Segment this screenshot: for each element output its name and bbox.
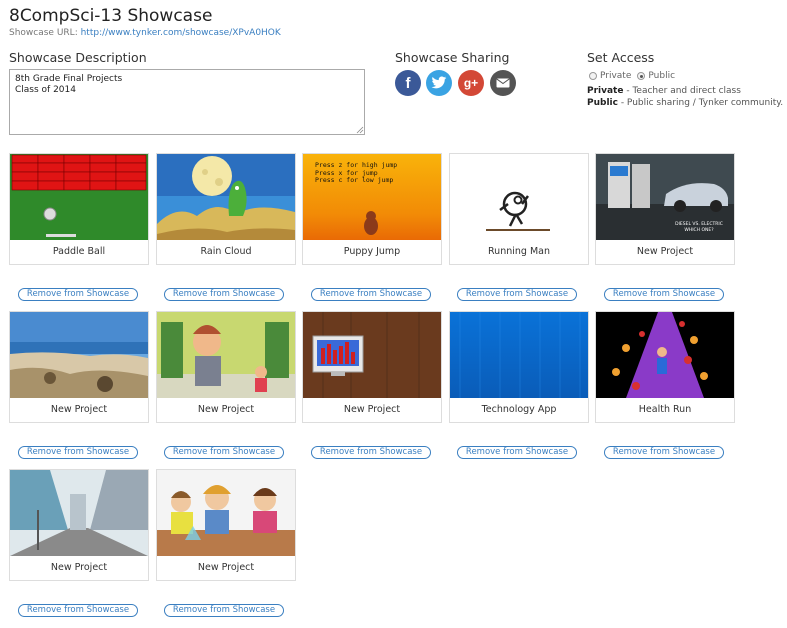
facebook-icon[interactable]: f <box>395 70 421 96</box>
remove-from-showcase-button[interactable]: Remove from Showcase <box>604 288 724 301</box>
project-title: Puppy Jump <box>343 246 401 257</box>
resize-grip-icon[interactable] <box>356 126 364 134</box>
public-access-description: Public - Public sharing / Tynker communi… <box>587 98 783 108</box>
project-thumbnail: DIESEL VS. ELECTRIC WHICH ONE? <box>596 154 734 240</box>
thumb-caption: DIESEL VS. ELECTRIC WHICH ONE? <box>666 222 732 234</box>
showcase-url-line: Showcase URL: http://www.tynker.com/show… <box>9 28 281 38</box>
private-desc: - Teacher and direct class <box>623 86 741 96</box>
project-thumbnail <box>157 470 295 556</box>
remove-from-showcase-button[interactable]: Remove from Showcase <box>18 604 138 617</box>
project-title: New Project <box>197 562 255 573</box>
project-thumbnail <box>157 154 295 240</box>
project-title: New Project <box>343 404 401 415</box>
showcase-url-label: Showcase URL: <box>9 28 81 38</box>
project-thumbnail <box>450 154 588 240</box>
project-thumbnail <box>450 312 588 398</box>
project-title: New Project <box>50 404 108 415</box>
email-icon[interactable] <box>490 70 516 96</box>
project-thumbnail <box>10 470 148 556</box>
public-radio-label[interactable]: Public <box>648 71 675 81</box>
project-title: Rain Cloud <box>200 246 252 257</box>
project-card[interactable]: Press z for high jump Press x for jump P… <box>302 153 442 265</box>
project-thumbnail <box>10 312 148 398</box>
project-card[interactable]: DIESEL VS. ELECTRIC WHICH ONE? New Proje… <box>595 153 735 265</box>
page-title: 8CompSci-13 Showcase <box>9 6 213 26</box>
showcase-url-link[interactable]: http://www.tynker.com/showcase/XPvA0HOK <box>81 28 281 38</box>
project-card[interactable]: Rain Cloud <box>156 153 296 265</box>
google-plus-icon[interactable]: g+ <box>458 70 484 96</box>
remove-from-showcase-button[interactable]: Remove from Showcase <box>18 446 138 459</box>
project-thumbnail <box>10 154 148 240</box>
project-title: Paddle Ball <box>52 246 106 257</box>
project-title: New Project <box>636 246 694 257</box>
project-thumbnail <box>596 312 734 398</box>
showcase-description-input[interactable]: 8th Grade Final Projects Class of 2014 <box>9 69 365 135</box>
public-desc: - Public sharing / Tynker community. <box>617 98 784 108</box>
remove-from-showcase-button[interactable]: Remove from Showcase <box>164 288 284 301</box>
project-card[interactable]: New Project <box>9 469 149 581</box>
project-thumbnail: Press z for high jump Press x for jump P… <box>303 154 441 240</box>
project-card[interactable]: New Project <box>156 311 296 423</box>
private-access-description: Private - Teacher and direct class <box>587 86 741 96</box>
showcase-description-label: Showcase Description <box>9 50 147 65</box>
project-card[interactable]: Health Run <box>595 311 735 423</box>
public-term: Public <box>587 98 618 108</box>
remove-from-showcase-button[interactable]: Remove from Showcase <box>604 446 724 459</box>
showcase-sharing-label: Showcase Sharing <box>395 50 510 65</box>
set-access-label: Set Access <box>587 50 655 65</box>
remove-from-showcase-button[interactable]: Remove from Showcase <box>164 604 284 617</box>
remove-from-showcase-button[interactable]: Remove from Showcase <box>311 288 431 301</box>
project-card[interactable]: New Project <box>156 469 296 581</box>
remove-from-showcase-button[interactable]: Remove from Showcase <box>311 446 431 459</box>
project-card[interactable]: Paddle Ball <box>9 153 149 265</box>
remove-from-showcase-button[interactable]: Remove from Showcase <box>457 288 577 301</box>
access-radio-group: Private Public <box>589 71 675 81</box>
remove-from-showcase-button[interactable]: Remove from Showcase <box>457 446 577 459</box>
private-term: Private <box>587 86 624 96</box>
thumb-caption-line: WHICH ONE? <box>684 228 714 233</box>
twitter-bird-icon <box>431 76 447 89</box>
project-card[interactable]: Running Man <box>449 153 589 265</box>
private-radio-label[interactable]: Private <box>600 71 631 81</box>
project-title: New Project <box>197 404 255 415</box>
private-radio[interactable] <box>589 72 597 80</box>
envelope-icon <box>496 78 510 88</box>
project-thumbnail <box>303 312 441 398</box>
project-card[interactable]: New Project <box>302 311 442 423</box>
project-title: Health Run <box>638 404 692 415</box>
project-title: Technology App <box>481 404 557 415</box>
google-plus-glyph: g+ <box>463 76 479 90</box>
project-card[interactable]: New Project <box>9 311 149 423</box>
project-card[interactable]: Technology App <box>449 311 589 423</box>
public-radio[interactable] <box>637 72 646 80</box>
remove-from-showcase-button[interactable]: Remove from Showcase <box>164 446 284 459</box>
project-title: New Project <box>50 562 108 573</box>
project-title: Running Man <box>488 246 550 257</box>
facebook-glyph: f <box>405 74 411 92</box>
project-thumbnail <box>157 312 295 398</box>
twitter-icon[interactable] <box>426 70 452 96</box>
remove-from-showcase-button[interactable]: Remove from Showcase <box>18 288 138 301</box>
